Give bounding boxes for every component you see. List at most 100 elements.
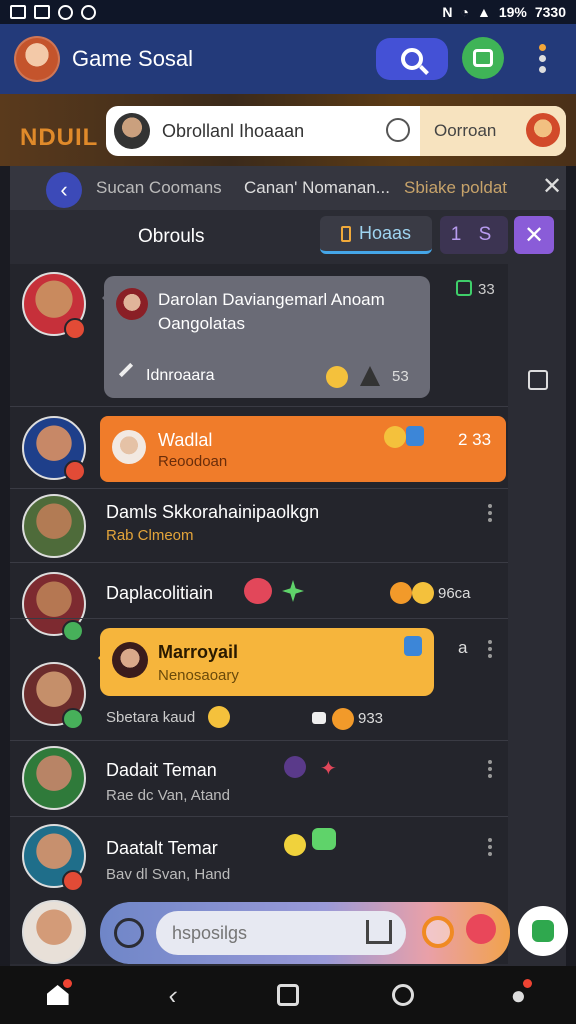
avatar[interactable] — [22, 494, 86, 558]
avatar[interactable] — [526, 113, 560, 147]
emoji-icon[interactable] — [386, 118, 410, 142]
game-button[interactable] — [462, 37, 504, 79]
avatar — [112, 642, 148, 678]
filter-label: Hoaas — [358, 223, 412, 243]
more-icon — [538, 44, 546, 51]
back-nav-icon: ‹ — [168, 979, 178, 1010]
divider — [10, 406, 508, 407]
sticker-icon[interactable] — [422, 916, 454, 948]
cake-icon — [312, 712, 326, 724]
search-nav-icon — [392, 984, 415, 1006]
avatar — [116, 288, 148, 320]
emoji-icon — [332, 708, 354, 730]
close-button[interactable]: ✕ — [514, 216, 554, 254]
wifi-icon: ◔ — [460, 4, 469, 20]
bottom-nav: ‹ ● — [0, 966, 576, 1024]
divider — [10, 816, 508, 817]
tab-3[interactable]: Sbiake poldat — [404, 178, 507, 198]
heart-icon[interactable] — [466, 914, 496, 944]
contact-name: Marroyail — [158, 642, 239, 662]
profile-avatar[interactable] — [14, 36, 60, 82]
message-footer: Idnroaara — [146, 367, 215, 384]
message-composer — [100, 902, 510, 964]
row-more-icon[interactable] — [488, 640, 492, 661]
contact-subtitle: Reoodoan — [158, 453, 228, 470]
nav-home[interactable] — [38, 975, 78, 1015]
close-icon[interactable]: ✕ — [542, 172, 562, 201]
emoji-icon — [326, 366, 348, 388]
home-icon[interactable] — [366, 920, 392, 944]
avatar — [112, 430, 146, 464]
contact-subtitle: Rae dc Van, Atand — [106, 787, 230, 804]
nav-back[interactable]: ‹ — [153, 975, 193, 1015]
contact-name: Damls Skkorahainipaolkgn — [106, 502, 320, 522]
signal-icon: ▲ — [476, 4, 491, 20]
contact-subtitle: Rab Clmeom — [106, 527, 194, 544]
nav-recent[interactable] — [268, 975, 308, 1015]
back-icon: ‹ — [60, 177, 68, 202]
unread-count: 2 33 — [458, 430, 492, 449]
send-button[interactable] — [518, 906, 568, 956]
clock: 7330 — [534, 4, 566, 20]
divider — [10, 618, 508, 619]
message-footer: Sbetara kaud — [106, 709, 196, 726]
row-more-icon[interactable] — [488, 760, 492, 781]
side-count: 33 — [478, 281, 495, 298]
message-count: 933 — [358, 710, 384, 727]
network-indicator: N — [442, 4, 453, 20]
contact-subtitle: Bav dl Svan, Hand — [106, 866, 231, 883]
filter-button[interactable]: Hoaas — [320, 216, 432, 254]
avatar — [114, 113, 150, 149]
divider — [10, 562, 508, 563]
tab-1[interactable]: Sucan Coomans — [96, 178, 222, 198]
counter-button[interactable]: 1 S — [440, 216, 508, 254]
thumbs-icon — [390, 582, 412, 604]
divider — [10, 488, 508, 489]
contact-name: Wadlal — [158, 430, 213, 450]
settings-icon — [81, 4, 96, 20]
nav-search[interactable] — [383, 975, 423, 1015]
pill-text: Obrollanl Ihoaaan — [162, 120, 305, 141]
status-badge — [62, 708, 84, 730]
chat-preview-pill[interactable]: Obrollanl Ihoaaan Oorroan — [106, 106, 566, 156]
side-label: a — [458, 638, 468, 657]
app-header: Game Sosal — [0, 24, 576, 94]
contact-name: Dadait Teman — [106, 760, 217, 780]
contact-name: Daatalt Temar — [106, 838, 218, 858]
message-bubble[interactable] — [98, 628, 434, 696]
photo-icon — [34, 4, 50, 19]
row-more-icon[interactable] — [488, 504, 492, 525]
status-badge — [64, 460, 86, 482]
status-bar: N ◔ ▲ 19% 7330 — [0, 0, 576, 24]
search-icon — [401, 48, 423, 70]
back-button[interactable]: ‹ — [46, 172, 82, 208]
message-title: Darolan Daviangemarl Anoam Oangolatas — [158, 290, 385, 333]
tab-2[interactable]: Canan' Nomanan... — [244, 178, 390, 198]
avatar[interactable] — [22, 900, 86, 964]
battery-icon — [340, 225, 351, 242]
battery-level: 19% — [498, 4, 527, 20]
section-title: Obrouls — [138, 226, 205, 247]
more-menu-button[interactable] — [536, 44, 548, 76]
message-count: 53 — [392, 368, 409, 385]
emoji-icon — [284, 756, 306, 778]
contact-subtitle: Nenosaoary — [158, 667, 239, 684]
row-more-icon[interactable] — [488, 838, 492, 859]
gamepad-icon — [473, 49, 493, 67]
status-badge — [62, 620, 84, 642]
nav-profile[interactable]: ● — [498, 975, 538, 1015]
right-rail — [508, 264, 566, 964]
select-checkbox[interactable] — [528, 370, 548, 390]
search-button[interactable] — [376, 38, 448, 80]
emoji-icon — [384, 426, 406, 448]
avatar[interactable] — [22, 746, 86, 810]
emoji-icon — [208, 706, 230, 728]
home-icon — [46, 985, 69, 1005]
message-count: 96ca — [438, 585, 471, 602]
app-title: Game Sosal — [72, 46, 194, 71]
game-badge-icon — [456, 280, 472, 296]
camera-icon[interactable] — [114, 918, 144, 948]
tab-bar: ‹ Sucan Coomans Canan' Nomanan... Sbiake… — [10, 166, 566, 210]
send-icon — [532, 920, 554, 942]
sticker-icon — [404, 636, 422, 656]
